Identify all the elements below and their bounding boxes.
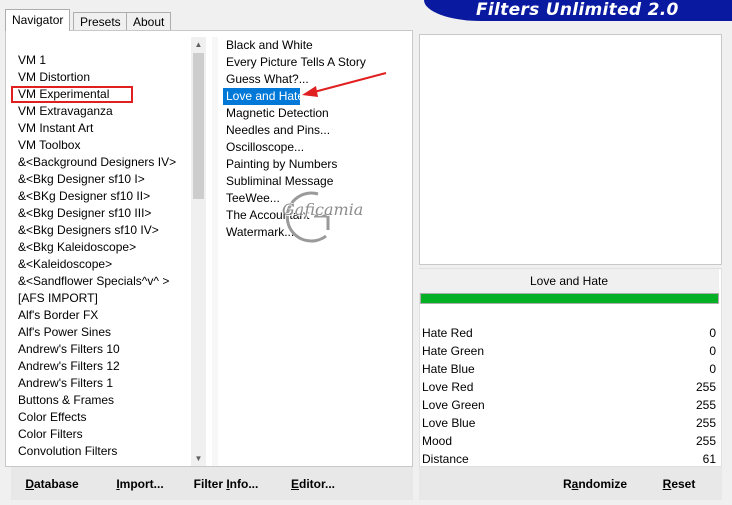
randomize-pre: R (562, 477, 572, 491)
database-button[interactable]: Database (21, 472, 83, 496)
parameter-value[interactable]: 0 (709, 342, 716, 360)
parameter-row[interactable]: Love Blue 255 (419, 414, 719, 432)
filter-item[interactable]: Painting by Numbers (223, 156, 403, 173)
category-item[interactable]: Alf's Border FX (11, 307, 189, 324)
category-item[interactable]: VM Extravaganza (11, 103, 189, 120)
parameter-row[interactable]: Hate Green 0 (419, 342, 719, 360)
scroll-up-icon[interactable]: ▲ (191, 37, 206, 52)
filter-list-divider (212, 37, 218, 466)
category-item[interactable]: Andrew's Filters 12 (11, 358, 189, 375)
parameter-list: Hate Red 0 Hate Green 0 Hate Blue 0 Love Red 25… (419, 324, 719, 468)
filter-item[interactable]: Needles and Pins... (223, 122, 403, 139)
category-item[interactable]: Color Effects (11, 409, 189, 426)
category-item-selected[interactable]: VM Experimental (11, 86, 133, 103)
parameter-row[interactable]: Hate Red 0 (419, 324, 719, 342)
annotation-arrow-icon (302, 72, 387, 97)
category-item[interactable]: VM Toolbox (11, 137, 189, 154)
filter-item-selected[interactable]: Love and Hate (223, 88, 304, 105)
progress-fill (421, 294, 718, 303)
parameter-row[interactable]: Mood 255 (419, 432, 719, 450)
preview-area (419, 34, 722, 265)
category-item[interactable]: Andrew's Filters 1 (11, 375, 189, 392)
reset-accel: R (662, 477, 672, 491)
category-item[interactable]: Convolution Filters (11, 443, 189, 460)
parameter-value[interactable]: 61 (703, 450, 716, 468)
parameter-value[interactable]: 255 (696, 432, 716, 450)
scroll-down-icon[interactable]: ▼ (191, 451, 206, 466)
parameter-name: Hate Red (422, 326, 473, 340)
category-item[interactable]: &<BKg Designer sf10 II> (11, 188, 189, 205)
database-accel: D (25, 477, 34, 491)
randomize-button[interactable]: Randomize (558, 472, 632, 496)
scroll-thumb[interactable] (193, 53, 204, 199)
parameter-value[interactable]: 255 (696, 414, 716, 432)
category-item[interactable]: VM Distortion (11, 69, 189, 86)
category-item[interactable]: &<Background Designers IV> (11, 154, 189, 171)
parameter-row[interactable]: Love Green 255 (419, 396, 719, 414)
parameter-name: Love Red (422, 380, 474, 394)
filter-item[interactable]: Oscilloscope... (223, 139, 403, 156)
parameter-name: Mood (422, 434, 453, 448)
filter-info-button[interactable]: Filter Info... (191, 472, 261, 496)
filter-item[interactable]: Magnetic Detection (223, 105, 403, 122)
tab-presets[interactable]: Presets (73, 12, 128, 30)
import-button[interactable]: Import... (113, 472, 167, 496)
category-list: VM 1 VM Distortion VM Experimental VM Extra… (11, 52, 189, 460)
category-item[interactable]: &<Bkg Designers sf10 IV> (11, 222, 189, 239)
category-item[interactable]: Buttons & Frames (11, 392, 189, 409)
editor-label: ditor... (299, 477, 335, 491)
randomize-label: ndomize (578, 477, 628, 491)
category-item[interactable]: VM Instant Art (11, 120, 189, 137)
category-item[interactable]: Alf's Power Sines (11, 324, 189, 341)
tab-navigator[interactable]: Navigator (5, 9, 71, 31)
parameter-value[interactable]: 0 (709, 324, 716, 342)
import-label: mport... (119, 477, 164, 491)
progress-bar (420, 293, 719, 304)
parameter-value[interactable]: 0 (709, 360, 716, 378)
database-label: atabase (33, 477, 79, 491)
tab-about-label: About (133, 15, 165, 29)
category-item[interactable]: Color Filters (11, 426, 189, 443)
editor-button[interactable]: Editor... (289, 472, 337, 496)
parameter-value[interactable]: 255 (696, 378, 716, 396)
parameter-name: Hate Green (422, 344, 485, 358)
category-item[interactable]: [AFS IMPORT] (11, 290, 189, 307)
editor-accel: E (290, 477, 299, 491)
category-item[interactable]: &<Bkg Designer sf10 III> (11, 205, 189, 222)
filter-item[interactable]: Black and White (223, 37, 403, 54)
parameter-name: Hate Blue (422, 362, 475, 376)
tab-presets-label: Presets (80, 15, 121, 29)
category-scrollbar[interactable]: ▲ ▼ (191, 37, 206, 466)
parameter-name: Distance (422, 452, 469, 466)
app-title: Filters Unlimited 2.0 (476, 0, 679, 20)
reset-label: eset (671, 477, 696, 491)
category-item[interactable]: &<Kaleidoscope> (11, 256, 189, 273)
parameter-name: Love Green (422, 398, 485, 412)
parameter-name: Love Blue (422, 416, 476, 430)
category-item[interactable]: VM 1 (11, 52, 189, 69)
filter-info-pre: Filter (193, 477, 227, 491)
parameter-row[interactable]: Love Red 255 (419, 378, 719, 396)
category-item[interactable]: &<Bkg Designer sf10 I> (11, 171, 189, 188)
category-item[interactable]: &<Sandflower Specials^v^ > (11, 273, 189, 290)
category-item[interactable]: Andrew's Filters 10 (11, 341, 189, 358)
current-filter-name: Love and Hate (419, 269, 719, 293)
tab-navigator-label: Navigator (12, 13, 64, 27)
tab-about[interactable]: About (126, 12, 172, 30)
parameter-row[interactable]: Distance 61 (419, 450, 719, 468)
filter-info-label: nfo... (229, 477, 259, 491)
parameter-row[interactable]: Hate Blue 0 (419, 360, 719, 378)
watermark-text: Gaficamia (282, 200, 364, 219)
category-item[interactable]: &<Bkg Kaleidoscope> (11, 239, 189, 256)
parameter-value[interactable]: 255 (696, 396, 716, 414)
reset-button[interactable]: Reset (656, 472, 702, 496)
